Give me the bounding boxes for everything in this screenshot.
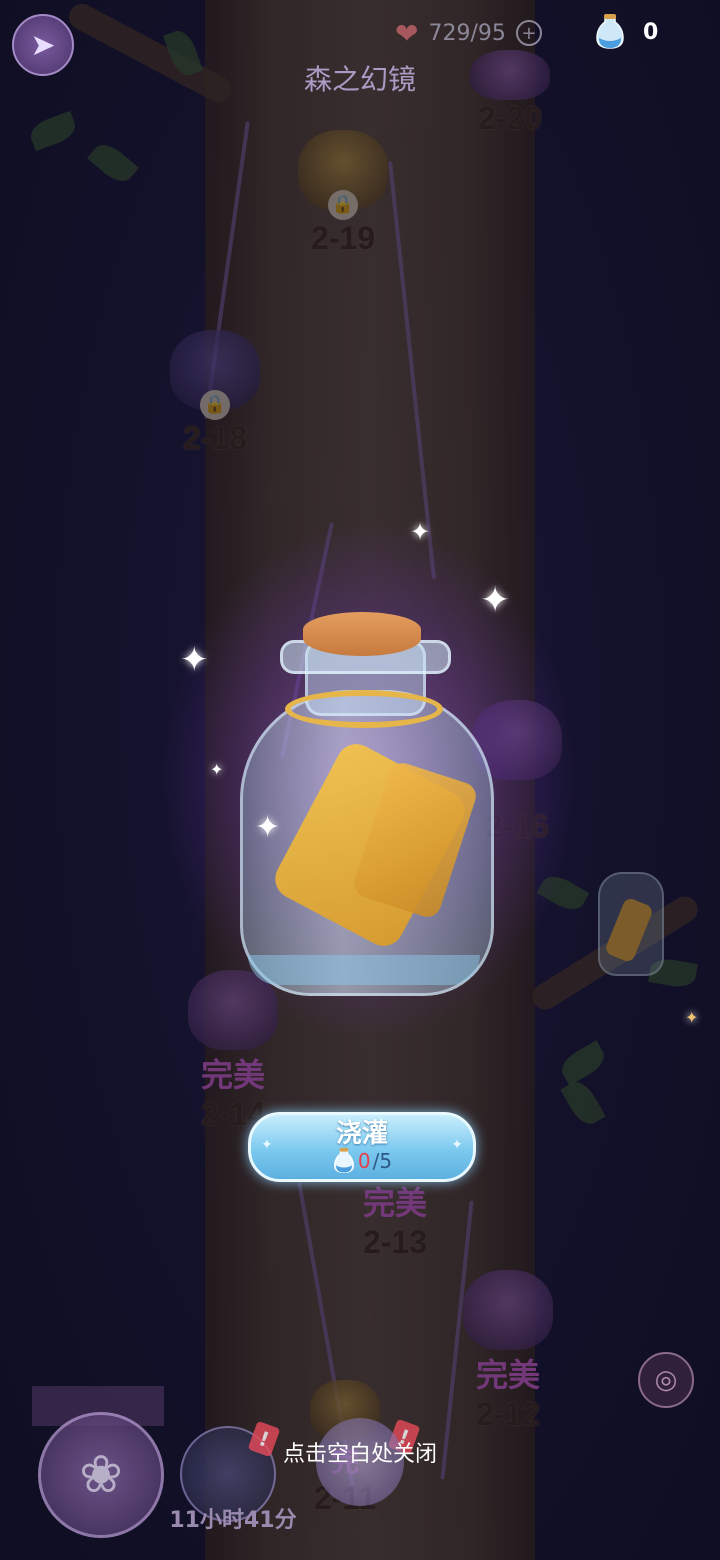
rope-icon [285, 690, 443, 728]
sparkle-icon: ✦ [685, 1008, 699, 1027]
bottle-water [248, 955, 480, 985]
water-jug-icon [333, 1148, 354, 1174]
skill-button[interactable]: ❀ [38, 1412, 164, 1538]
sparkle-icon: ✦ [180, 640, 209, 680]
timer-label: 11小时41分 [169, 1508, 297, 1533]
plus-circle-icon[interactable]: + [515, 20, 542, 46]
sparkle-icon: ✦ [210, 760, 224, 779]
locate-target-icon: ◎ [654, 1365, 678, 1395]
hearts-value: 729/95 [428, 20, 506, 46]
heart-icon: ❤ [395, 16, 419, 50]
sparkle-icon: ✦ [410, 518, 431, 546]
cork-icon [303, 612, 421, 656]
page-title: 森之幻镜 [303, 63, 416, 96]
water-counter: 0 [595, 12, 658, 52]
star-icon: ✦ [451, 1137, 463, 1153]
water-button-label: 浇灌 [335, 1119, 388, 1149]
star-icon: ✦ [261, 1137, 273, 1153]
water-jug-icon [596, 14, 624, 49]
sparkle-icon: ✦ [255, 810, 281, 845]
hearts-counter: ❤ 729/95 + [395, 16, 542, 50]
sparkle-icon: ✦ [480, 580, 511, 621]
water-progress-current: 0 [357, 1149, 371, 1173]
water-progress-total: /5 [372, 1149, 393, 1173]
locate-button[interactable]: ◎ [638, 1352, 694, 1408]
water-progress: 0/5 [332, 1148, 392, 1174]
close-hint: 点击空白处关闭 [282, 1442, 437, 1467]
water-value: 0 [643, 19, 659, 45]
water-button[interactable]: ✦ ✦ 浇灌 0/5 [248, 1112, 476, 1182]
